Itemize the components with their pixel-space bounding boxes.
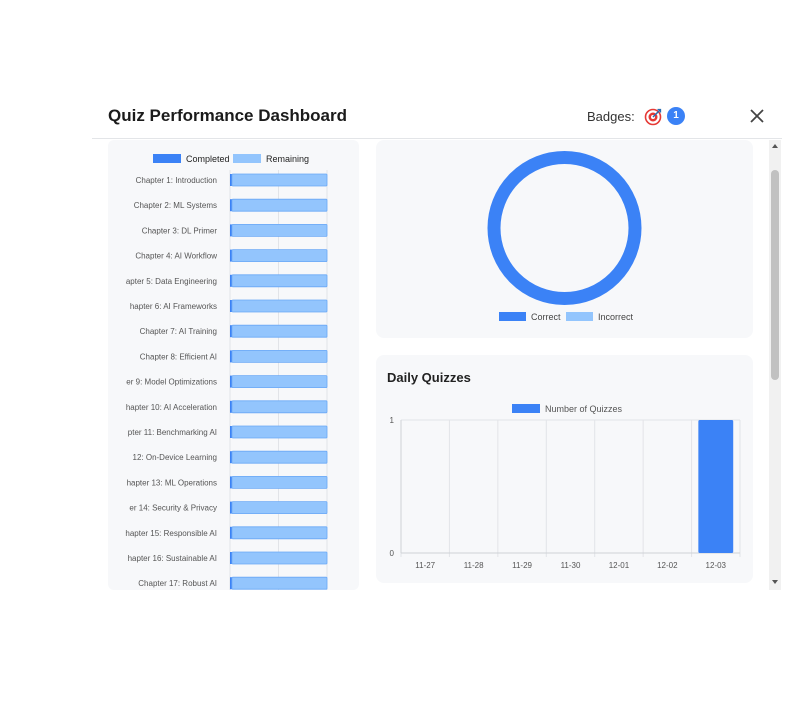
chapter-label: pter 11: Benchmarking AI [128, 428, 217, 437]
legend-label-correct: Correct [531, 312, 561, 322]
daily-quiz-bar [698, 420, 734, 553]
chapter-label: Chapter 8: Efficient AI [140, 352, 217, 361]
legend-label-completed: Completed [186, 154, 230, 164]
chapter-label: Chapter 17: Robust AI [138, 579, 217, 588]
legend-label-quizzes: Number of Quizzes [545, 404, 623, 414]
chapter-label: Chapter 7: AI Training [140, 327, 217, 336]
target-icon[interactable] [644, 108, 662, 126]
x-tick-label: 11-29 [512, 561, 532, 570]
remaining-bar [231, 576, 328, 590]
correct-slice [487, 151, 642, 305]
legend-swatch-remaining [233, 154, 261, 163]
remaining-bar [231, 450, 328, 464]
y-tick-label: 0 [390, 549, 395, 558]
close-icon[interactable] [748, 107, 766, 125]
badge-count[interactable]: 1 [667, 107, 685, 125]
quiz-dashboard-modal: Quiz Performance Dashboard Badges: 1 Com… [92, 96, 782, 590]
chapter-progress-panel: Completed Remaining Chapter 1: Introductio… [108, 140, 359, 590]
x-tick-label: 11-30 [561, 561, 581, 570]
remaining-bar [231, 526, 328, 540]
chapter-label: hapter 13: ML Operations [127, 478, 217, 487]
remaining-bar [231, 299, 328, 313]
remaining-bar [231, 400, 328, 414]
chapter-label: 12: On-Device Learning [133, 453, 218, 462]
accuracy-donut-chart: Correct Incorrect [487, 151, 642, 322]
chapter-label: Chapter 1: Introduction [136, 176, 217, 185]
chapter-label: hapter 10: AI Acceleration [126, 403, 217, 412]
modal-header: Quiz Performance Dashboard Badges: 1 [92, 96, 782, 139]
remaining-bar [231, 375, 328, 389]
scroll-down-icon[interactable] [771, 578, 779, 586]
x-tick-label: 12-03 [706, 561, 727, 570]
daily-quizzes-panel: Daily Quizzes Number of Quizzes 0 1 11-27 11… [376, 355, 753, 583]
remaining-bar [231, 425, 328, 439]
chapter-label: apter 5: Data Engineering [126, 277, 217, 286]
remaining-bar [231, 198, 328, 212]
chapter-label: Chapter 3: DL Primer [142, 226, 218, 235]
legend-swatch-correct [499, 312, 526, 321]
legend-swatch-incorrect [566, 312, 593, 321]
chapter-label: hapter 16: Sustainable AI [128, 554, 217, 563]
scrollbar[interactable] [769, 140, 781, 590]
daily-quizzes-chart: Number of Quizzes 0 1 11-27 11-28 11-29 11-30 1… [390, 404, 741, 570]
x-tick-label: 11-27 [415, 561, 435, 570]
badges-label: Badges: [587, 109, 635, 124]
remaining-bar [231, 249, 328, 262]
legend-swatch-quizzes [512, 404, 540, 413]
chapter-label: er 14: Security & Privacy [129, 504, 217, 513]
remaining-bar [231, 551, 328, 565]
page-title: Quiz Performance Dashboard [108, 106, 348, 125]
legend-swatch-completed [153, 154, 181, 163]
scroll-thumb[interactable] [771, 170, 779, 380]
scroll-up-icon[interactable] [771, 142, 779, 150]
legend-label-incorrect: Incorrect [598, 312, 634, 322]
chapter-label: Chapter 4: AI Workflow [135, 252, 217, 261]
remaining-bar [231, 274, 328, 288]
legend-label-remaining: Remaining [266, 154, 309, 164]
x-tick-label: 12-02 [657, 561, 678, 570]
chapter-label: hapter 15: Responsible AI [125, 529, 217, 538]
remaining-bar [231, 324, 328, 338]
chapter-label: Chapter 2: ML Systems [134, 201, 217, 210]
chapter-label: hapter 6: AI Frameworks [130, 302, 217, 311]
dashboard-content: Completed Remaining Chapter 1: Introductio… [92, 140, 782, 590]
x-tick-label: 11-28 [464, 561, 484, 570]
remaining-bar [231, 501, 328, 515]
remaining-bar [231, 475, 328, 489]
chapter-label: er 9: Model Optimizations [126, 378, 217, 387]
y-tick-label: 1 [390, 416, 395, 425]
remaining-bar [231, 349, 328, 363]
remaining-bar [231, 173, 328, 187]
remaining-bar [231, 224, 328, 237]
accuracy-panel: Correct Incorrect [376, 140, 753, 338]
chapter-progress-chart: Completed Remaining Chapter 1: Introductio… [125, 154, 328, 590]
x-tick-label: 12-01 [609, 561, 630, 570]
